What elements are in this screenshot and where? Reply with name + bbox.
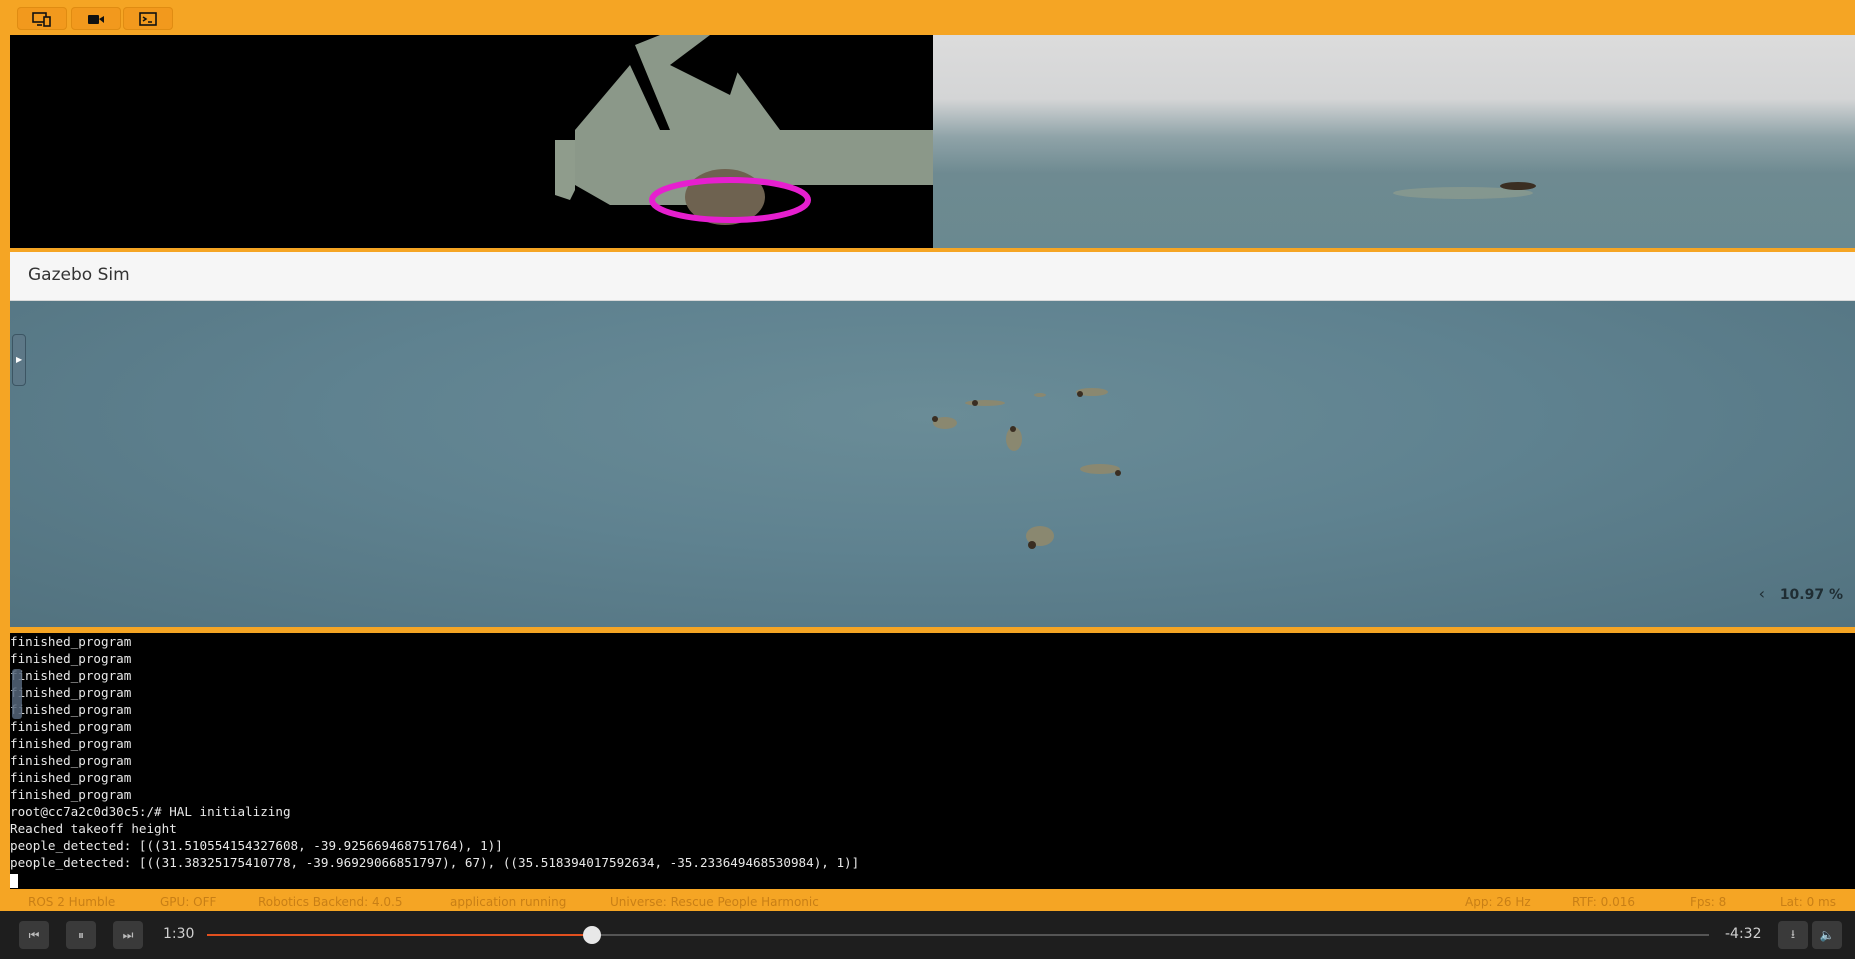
camera-views	[10, 35, 1855, 248]
app-frame: Gazebo Sim ▶ ‹ 10.97 % finished_program …	[0, 0, 1855, 911]
status-ros: ROS 2 Humble	[28, 895, 116, 909]
gazebo-3d-scene[interactable]: ▶ ‹ 10.97 %	[10, 301, 1855, 627]
screen-icon[interactable]	[17, 7, 67, 30]
ventral-camera-view	[10, 35, 933, 248]
seek-bar-progress	[207, 934, 593, 936]
terminal-line: finished_program	[10, 651, 132, 666]
skip-back-icon[interactable]: ⏮	[19, 921, 49, 949]
left-panel-handle[interactable]: ▶	[12, 334, 26, 386]
status-rtf: RTF: 0.016	[1572, 895, 1635, 909]
person-3	[1076, 388, 1108, 397]
toolbar	[0, 0, 1855, 36]
terminal-line: Reached takeoff height	[10, 821, 177, 836]
status-latency: Lat: 0 ms	[1780, 895, 1836, 909]
terminal-line: finished_program	[10, 787, 132, 802]
seek-bar[interactable]	[207, 926, 1709, 944]
status-bar: ROS 2 Humble GPU: OFF Robotics Backend: …	[0, 893, 1855, 911]
terminal-line: finished_program	[10, 736, 132, 751]
camera-icon[interactable]	[71, 7, 121, 30]
terminal-line: finished_program	[10, 702, 132, 717]
terminal-side-handle[interactable]	[12, 669, 22, 719]
terminal-icon[interactable]	[123, 7, 173, 30]
status-gpu: GPU: OFF	[160, 895, 217, 909]
terminal-prompt[interactable]	[10, 871, 1855, 888]
terminal-line: finished_program	[10, 685, 132, 700]
rtf-toggle-chevron-icon[interactable]: ‹	[1759, 584, 1765, 603]
current-time: 1:30	[163, 926, 195, 942]
remaining-time: -4:32	[1725, 926, 1762, 942]
skip-forward-icon[interactable]: ⏭	[113, 921, 143, 949]
pause-icon[interactable]: ⏸	[66, 921, 96, 949]
download-icon[interactable]: ⭳	[1778, 921, 1808, 949]
expand-arrow-icon: ▶	[16, 355, 23, 364]
gazebo-header: Gazebo Sim	[10, 252, 1855, 301]
frontal-camera-view	[933, 35, 1855, 248]
real-time-factor: 10.97 %	[1779, 587, 1843, 603]
terminal-line: people_detected: [((31.38325175410778, -…	[10, 855, 860, 870]
terminal-line: finished_program	[10, 753, 132, 768]
terminal-line: finished_program	[10, 719, 132, 734]
gazebo-title: Gazebo Sim	[28, 265, 130, 285]
video-controls: ⏮ ⏸ ⏭ 1:30 -4:32 ⭳ 🔈	[0, 911, 1855, 959]
seek-handle[interactable]	[583, 926, 602, 944]
person-6	[1080, 464, 1121, 476]
terminal-output[interactable]: finished_program finished_program finish…	[10, 633, 1855, 889]
status-backend: Robotics Backend: 4.0.5	[258, 895, 403, 909]
status-fps: Fps: 8	[1690, 895, 1727, 909]
people-in-water	[932, 388, 1121, 549]
terminal-line: root@cc7a2c0d30c5:/# HAL initializing	[10, 804, 291, 819]
person-5	[1006, 426, 1022, 451]
person-2	[1034, 393, 1046, 397]
person-7	[1026, 526, 1054, 549]
person-4	[932, 416, 957, 429]
terminal-cursor	[10, 873, 18, 888]
status-application: application running	[450, 895, 567, 909]
terminal-line: finished_program	[10, 668, 132, 683]
terminal-line: finished_program	[10, 634, 132, 649]
status-universe: Universe: Rescue People Harmonic	[610, 895, 819, 909]
person-1	[965, 400, 1005, 406]
status-app-hz: App: 26 Hz	[1465, 895, 1531, 909]
terminal-line: finished_program	[10, 770, 132, 785]
volume-icon[interactable]: 🔈	[1812, 921, 1842, 949]
terminal-line: people_detected: [((31.510554154327608, …	[10, 838, 503, 853]
